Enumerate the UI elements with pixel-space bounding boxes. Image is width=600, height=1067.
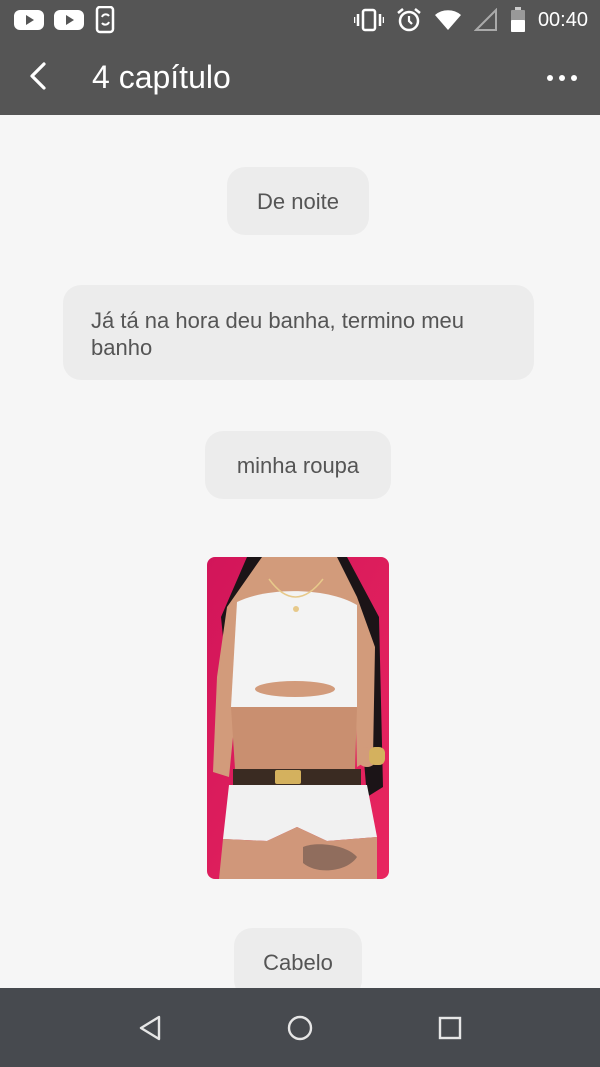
message-bubble: Já tá na hora deu banha, termino meu ban… [63,285,534,380]
nav-home-button[interactable] [284,1012,316,1044]
recents-square-icon [438,1016,462,1040]
back-arrow-icon [30,62,46,90]
back-button[interactable] [18,56,58,96]
page-title: 4 capítulo [92,59,231,95]
alarm-icon [397,8,421,32]
message-bubble: Cabelo [234,928,362,988]
signal-icon [473,8,497,31]
message-bubble: minha roupa [205,431,391,499]
more-options-button[interactable] [542,58,582,98]
more-dots-icon-dot [571,75,577,81]
message-bubble: De noite [227,167,369,235]
more-dots-icon [547,75,553,81]
system-icons: 00:40 [353,6,588,34]
message-text: De noite [257,188,339,214]
message-text: Já tá na hora deu banha, termino meu ban… [91,308,465,360]
nav-recents-button[interactable] [434,1012,466,1044]
phone-sync-icon [95,6,115,34]
chat-content[interactable]: De noite Já tá na hora deu banha, termin… [0,115,600,988]
navigation-bar [0,988,600,1067]
outfit-photo[interactable] [207,557,389,879]
status-bar: 00:40 [0,0,600,40]
clock: 00:40 [537,8,588,31]
nav-back-button[interactable] [134,1012,166,1044]
battery-icon [510,7,525,32]
youtube-icon [54,10,84,30]
app-bar: 4 capítulo [0,40,600,115]
vibrate-icon [353,8,384,32]
message-text: minha roupa [236,452,360,478]
notification-icons [14,6,118,34]
outfit-photo-image [207,557,389,879]
back-triangle-icon [139,1015,161,1041]
message-text: Cabelo [263,949,333,975]
wifi-icon [434,10,461,30]
more-dots-icon-dot [559,75,565,81]
home-circle-icon [287,1015,313,1041]
youtube-icon [14,10,44,30]
